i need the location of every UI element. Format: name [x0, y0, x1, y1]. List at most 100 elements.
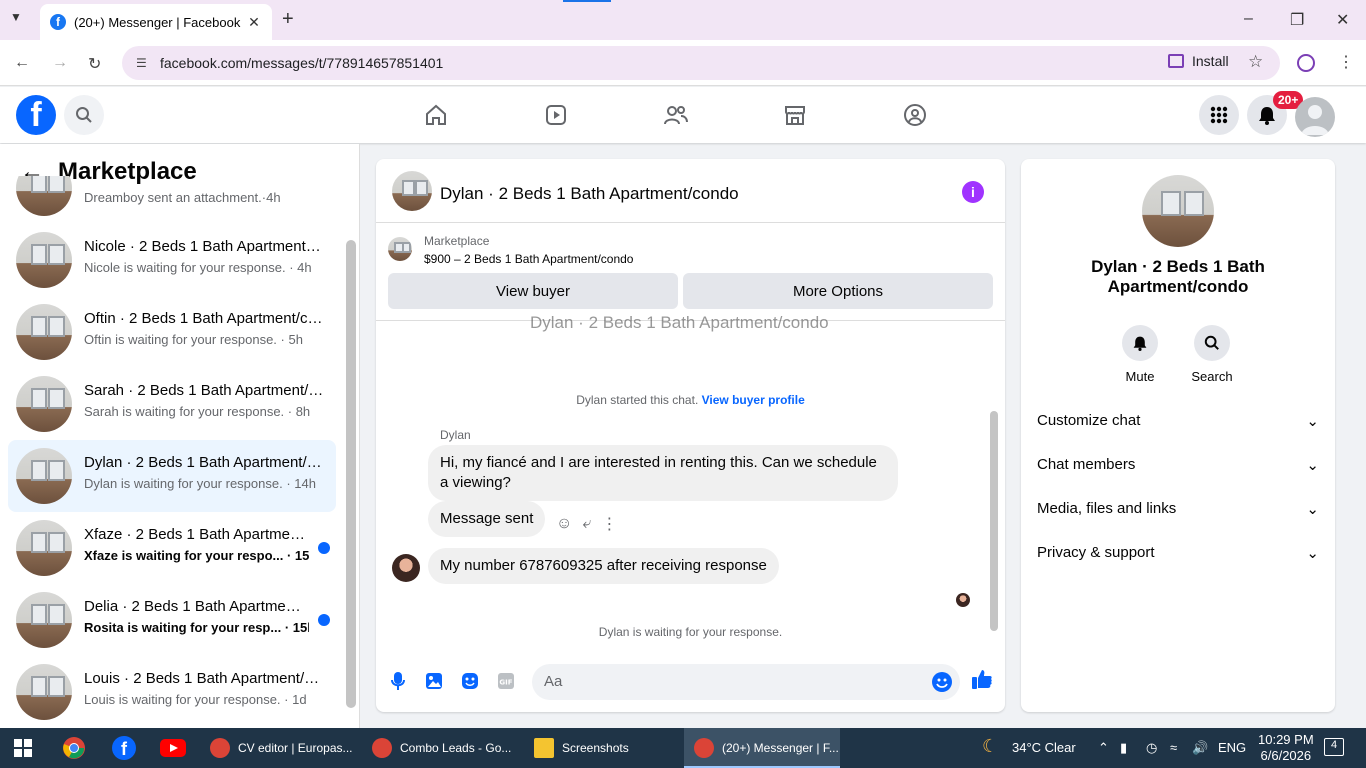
like-thumb-icon[interactable] — [971, 668, 993, 690]
reload-button[interactable]: ↻ — [88, 54, 101, 74]
show-hidden-icons[interactable]: ⌃ — [1098, 740, 1109, 756]
chrome-pin-icon[interactable] — [62, 728, 86, 768]
close-window-button[interactable]: ✕ — [1336, 10, 1349, 30]
react-emoji-icon[interactable]: ☺ — [556, 515, 572, 533]
more-options-button[interactable]: More Options — [683, 273, 993, 309]
mute-label: Mute — [1125, 369, 1155, 384]
chat-profile-photo[interactable] — [1142, 175, 1214, 247]
groups-icon[interactable] — [901, 101, 929, 129]
bookmark-star-icon[interactable]: ☆ — [1248, 52, 1263, 72]
listing-price[interactable]: $900 – 2 Beds 1 Bath Apartment/condo — [424, 252, 633, 266]
browser-tab[interactable]: f (20+) Messenger | Facebook ✕ — [40, 4, 272, 40]
reply-icon[interactable]: ⤶ — [582, 515, 591, 533]
menu-grid-button[interactable] — [1199, 95, 1239, 135]
conversation-preview: Xfaze is waiting for your respo... · 15h — [84, 548, 309, 563]
tab-search-icon[interactable]: ▼ — [10, 10, 22, 24]
chevron-down-icon: ⌄ — [1306, 545, 1319, 562]
wifi-icon[interactable]: ≈ — [1170, 740, 1177, 755]
forward-button[interactable]: → — [52, 54, 68, 72]
tab-indicator — [563, 0, 611, 2]
privacy-support-row[interactable]: Privacy & support ⌄ — [1037, 544, 1319, 562]
list-item-partial[interactable]: Dreamboy sent an attachment.·4h — [8, 176, 336, 216]
url-field[interactable]: ☰ facebook.com/messages/t/77891465785140… — [122, 46, 1280, 80]
chrome-icon — [694, 738, 714, 758]
row-label: Media, files and links — [1037, 500, 1177, 517]
view-buyer-button[interactable]: View buyer — [388, 273, 678, 309]
weather-moon-icon[interactable]: ☾ — [982, 736, 998, 757]
microphone-icon[interactable] — [387, 670, 409, 692]
taskbar-app-messenger[interactable]: (20+) Messenger | F... — [684, 728, 840, 768]
emoji-icon[interactable] — [932, 672, 952, 692]
list-item-dylan[interactable]: Dylan · 2 Beds 1 Bath Apartment/condo Dy… — [8, 440, 336, 512]
new-tab-button[interactable]: + — [282, 8, 294, 31]
customize-chat-row[interactable]: Customize chat ⌄ — [1037, 412, 1319, 430]
read-receipt-avatar — [956, 593, 970, 607]
list-item-xfaze[interactable]: Xfaze · 2 Beds 1 Bath Apartment/condo Xf… — [8, 512, 336, 584]
notification-center-icon[interactable]: 4 — [1324, 738, 1344, 756]
chat-thumbnail[interactable] — [392, 171, 432, 211]
url-text: facebook.com/messages/t/778914657851401 — [160, 55, 444, 71]
language-indicator[interactable]: ENG — [1218, 740, 1246, 755]
browser-menu-icon[interactable]: ⋮ — [1338, 52, 1354, 72]
restore-button[interactable]: ❐ — [1290, 10, 1304, 30]
clock[interactable]: 10:29 PM 6/6/2026 — [1258, 732, 1314, 764]
listing-thumbnail — [16, 520, 72, 576]
search-icon — [1194, 325, 1230, 361]
sender-avatar[interactable] — [392, 554, 420, 582]
waiting-notice: Dylan is waiting for your response. — [598, 625, 783, 639]
message-bubble-sent[interactable]: Message sent — [428, 501, 546, 537]
media-files-row[interactable]: Media, files and links ⌄ — [1037, 500, 1319, 518]
close-tab-icon[interactable]: ✕ — [246, 14, 262, 31]
windows-taskbar: f CV editor | Europas... Combo Leads - G… — [0, 728, 1366, 768]
chat-panel: Dylan · 2 Beds 1 Bath Apartment/condo i … — [376, 159, 1005, 712]
photo-icon[interactable] — [423, 670, 445, 692]
youtube-pin-icon[interactable] — [160, 728, 186, 768]
chat-title[interactable]: Dylan · 2 Beds 1 Bath Apartment/condo — [440, 184, 739, 204]
facebook-logo-icon[interactable]: f — [16, 95, 56, 135]
list-item-louis[interactable]: Louis · 2 Beds 1 Bath Apartment/condo Lo… — [8, 656, 336, 728]
browser-profile-icon[interactable] — [1297, 54, 1315, 72]
search-action[interactable]: Search — [1182, 325, 1242, 384]
grid-icon — [1210, 106, 1228, 124]
info-icon[interactable]: i — [962, 181, 984, 203]
list-item-delia[interactable]: Delia · 2 Beds 1 Bath Apartment/condo Ro… — [8, 584, 336, 656]
list-item-oftin[interactable]: Oftin · 2 Beds 1 Bath Apartment/condo Of… — [8, 296, 336, 368]
gif-icon[interactable]: GIF — [495, 670, 517, 692]
view-buyer-profile-link[interactable]: View buyer profile — [702, 393, 805, 407]
chat-scrollbar[interactable] — [990, 411, 998, 631]
battery-icon[interactable]: ▮ — [1120, 740, 1127, 756]
list-item-nicole[interactable]: Nicole · 2 Beds 1 Bath Apartment/condo N… — [8, 224, 336, 296]
message-bubble[interactable]: My number 6787609325 after receiving res… — [428, 548, 779, 584]
list-item-sarah[interactable]: Sarah · 2 Beds 1 Bath Apartment/condo Sa… — [8, 368, 336, 440]
video-icon[interactable] — [542, 101, 570, 129]
mute-action[interactable]: Mute — [1110, 325, 1170, 384]
account-avatar[interactable] — [1295, 97, 1335, 137]
list-scrollbar[interactable] — [346, 240, 356, 708]
network-icon[interactable]: ◷ — [1146, 740, 1157, 756]
marketplace-icon[interactable] — [781, 101, 809, 129]
sticker-icon[interactable] — [459, 670, 481, 692]
friends-icon[interactable] — [662, 101, 690, 129]
listing-thumbnail — [16, 448, 72, 504]
fb-search-button[interactable] — [64, 95, 104, 135]
minimize-button[interactable]: – — [1244, 10, 1253, 28]
taskbar-app-combo-leads[interactable]: Combo Leads - Go... — [362, 728, 516, 768]
taskbar-app-cv-editor[interactable]: CV editor | Europas... — [200, 728, 354, 768]
chat-members-row[interactable]: Chat members ⌄ — [1037, 456, 1319, 474]
more-icon[interactable]: ⋮ — [601, 514, 617, 534]
site-info-icon[interactable]: ☰ — [136, 56, 152, 70]
install-button[interactable]: Install — [1162, 48, 1235, 74]
weather-text[interactable]: 34°C Clear — [1012, 740, 1076, 755]
message-input[interactable]: Aa — [532, 664, 960, 700]
back-button[interactable]: ← — [14, 54, 30, 72]
row-label: Customize chat — [1037, 412, 1141, 429]
conversation-name: Louis · 2 Beds 1 Bath Apartment/condo — [84, 670, 324, 687]
message-bubble[interactable]: Hi, my fiancé and I are interested in re… — [428, 445, 898, 501]
taskbar-app-screenshots[interactable]: Screenshots — [524, 728, 676, 768]
browser-tabbar: ▼ f (20+) Messenger | Facebook ✕ + – ❐ ✕ — [0, 0, 1366, 40]
taskbar-app-label: (20+) Messenger | F... — [722, 741, 839, 755]
volume-icon[interactable]: 🔊 — [1192, 740, 1208, 756]
start-button[interactable] — [14, 728, 32, 768]
facebook-pin-icon[interactable]: f — [112, 728, 136, 768]
home-icon[interactable] — [422, 101, 450, 129]
